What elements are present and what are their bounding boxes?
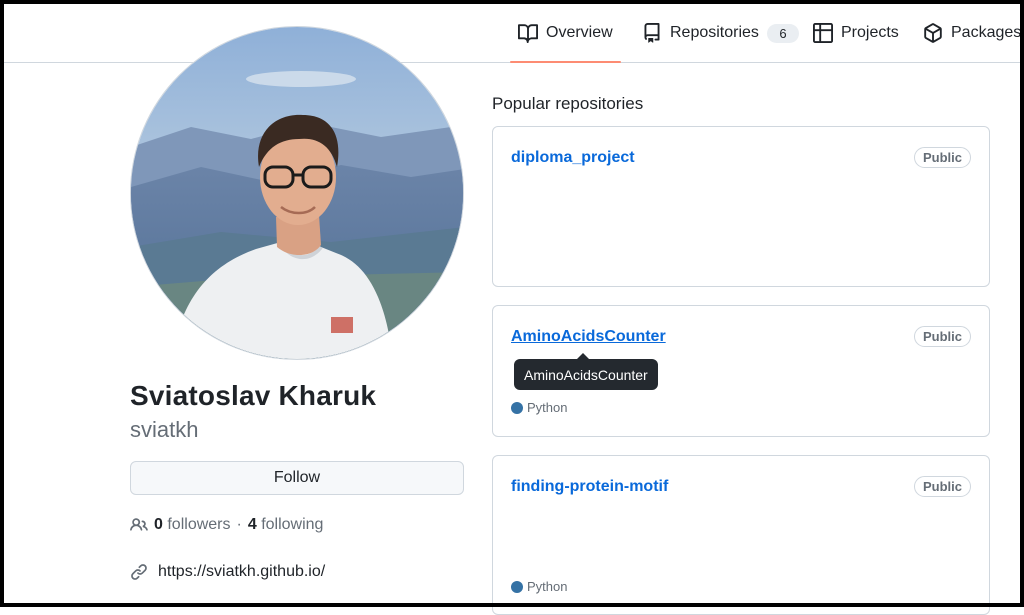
visibility-badge: Public bbox=[913, 147, 971, 168]
repo-link-finding-protein-motif[interactable]: finding-protein-motif bbox=[511, 478, 668, 496]
tab-repositories-label: Repositories bbox=[670, 24, 759, 41]
repo-language: Python bbox=[511, 579, 567, 594]
profile-website: https://sviatkh.github.io/ bbox=[130, 563, 325, 581]
repo-link-diploma-project[interactable]: diploma_project bbox=[511, 149, 635, 167]
link-icon bbox=[131, 564, 147, 580]
following-label: following bbox=[261, 516, 324, 533]
popular-repositories-heading: Popular repositories bbox=[492, 94, 644, 113]
profile-username: sviatkh bbox=[130, 417, 199, 442]
tab-packages-label: Packages bbox=[951, 24, 1022, 41]
book-icon bbox=[518, 24, 538, 43]
tab-packages[interactable]: Packages bbox=[923, 4, 1021, 62]
profile-name: Sviatoslav Kharuk bbox=[130, 380, 377, 411]
language-color-dot bbox=[511, 401, 523, 414]
website-link[interactable]: https://sviatkh.github.io/ bbox=[158, 563, 325, 581]
tab-overview-label: Overview bbox=[546, 24, 613, 41]
people-icon bbox=[130, 518, 148, 531]
repo-link-amino-acids-counter[interactable]: AminoAcidsCounter bbox=[511, 328, 666, 346]
visibility-badge: Public bbox=[913, 326, 971, 347]
repo-language: Python bbox=[511, 400, 567, 415]
language-label: Python bbox=[527, 579, 568, 594]
followers-link[interactable]: 0 followers bbox=[154, 516, 231, 534]
language-label: Python bbox=[527, 400, 568, 415]
repo-card: diploma_project Public bbox=[492, 126, 990, 287]
repo-name-tooltip: AminoAcidsCounter bbox=[514, 353, 658, 390]
repo-card: finding-protein-motif Public Python bbox=[492, 455, 990, 615]
following-link[interactable]: 4 following bbox=[248, 516, 324, 534]
separator-dot: · bbox=[236, 516, 242, 533]
repositories-count-badge: 6 bbox=[766, 23, 799, 43]
profile-tab-nav: Overview Repositories 6 Projects Package… bbox=[4, 4, 1021, 63]
followers-label: followers bbox=[167, 516, 231, 533]
language-color-dot bbox=[511, 580, 523, 593]
followers-count: 0 bbox=[154, 516, 163, 533]
tab-projects[interactable]: Projects bbox=[813, 4, 899, 62]
profile-avatar[interactable] bbox=[130, 26, 464, 360]
tab-overview[interactable]: Overview bbox=[510, 4, 621, 63]
tab-projects-label: Projects bbox=[841, 24, 899, 41]
tab-repositories[interactable]: Repositories 6 bbox=[642, 4, 799, 62]
package-icon bbox=[924, 23, 942, 43]
visibility-badge: Public bbox=[913, 476, 971, 497]
avatar-photo bbox=[131, 27, 463, 359]
following-count: 4 bbox=[247, 516, 257, 533]
repo-icon bbox=[644, 23, 660, 43]
table-icon bbox=[813, 23, 833, 43]
followers-summary: 0 followers · 4 following bbox=[130, 516, 323, 534]
follow-button[interactable]: Follow bbox=[130, 461, 464, 495]
